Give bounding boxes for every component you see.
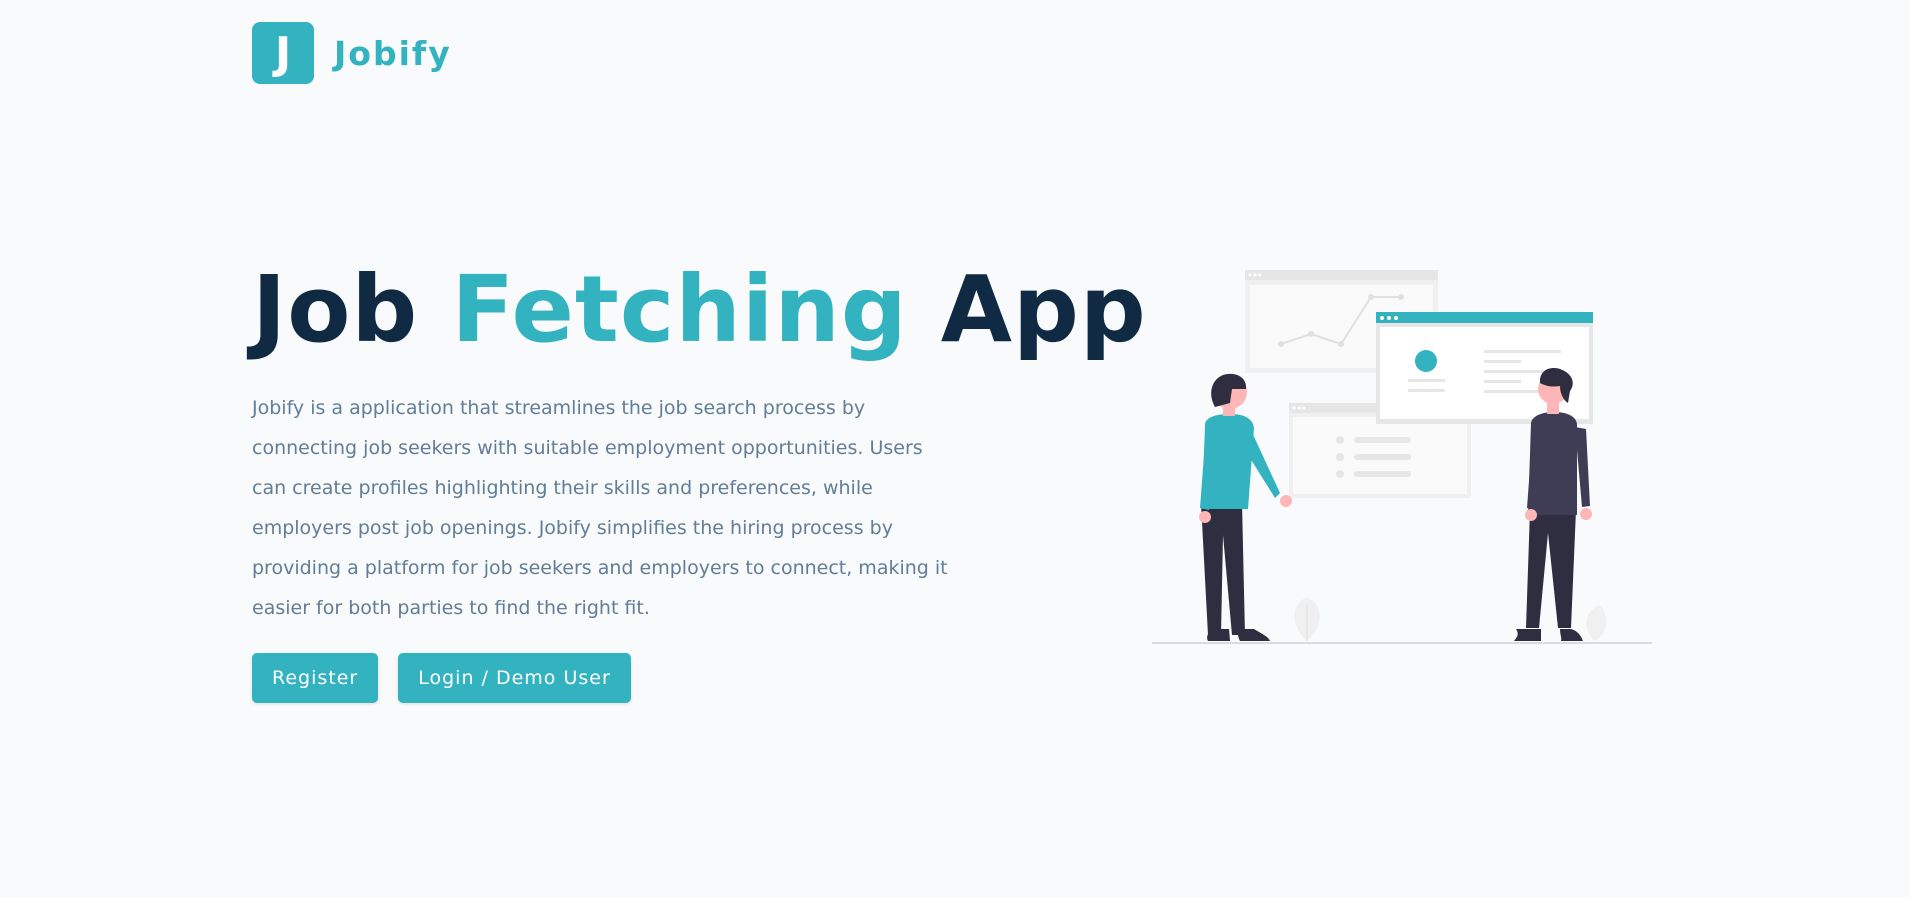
hero-buttons: Register Login / Demo User <box>252 653 1112 703</box>
woman-figure-icon <box>1199 373 1292 641</box>
hero-description: Jobify is a application that streamlines… <box>252 397 948 619</box>
hero-illustration <box>1152 270 1652 644</box>
title-part-2: App <box>940 256 1147 363</box>
hero-section: Job Fetching App Jobify is a application… <box>252 250 1146 703</box>
title-accent: Fetching <box>451 256 908 363</box>
brand-name: Jobify <box>334 33 452 73</box>
title-part-1: Job <box>252 256 419 363</box>
profile-window-icon <box>1376 312 1593 424</box>
page-title: Job Fetching App <box>252 250 1146 370</box>
register-button[interactable]: Register <box>252 653 379 703</box>
navbar: J Jobify <box>252 22 452 84</box>
logo-icon[interactable]: J <box>252 22 314 84</box>
login-demo-button[interactable]: Login / Demo User <box>398 653 631 703</box>
